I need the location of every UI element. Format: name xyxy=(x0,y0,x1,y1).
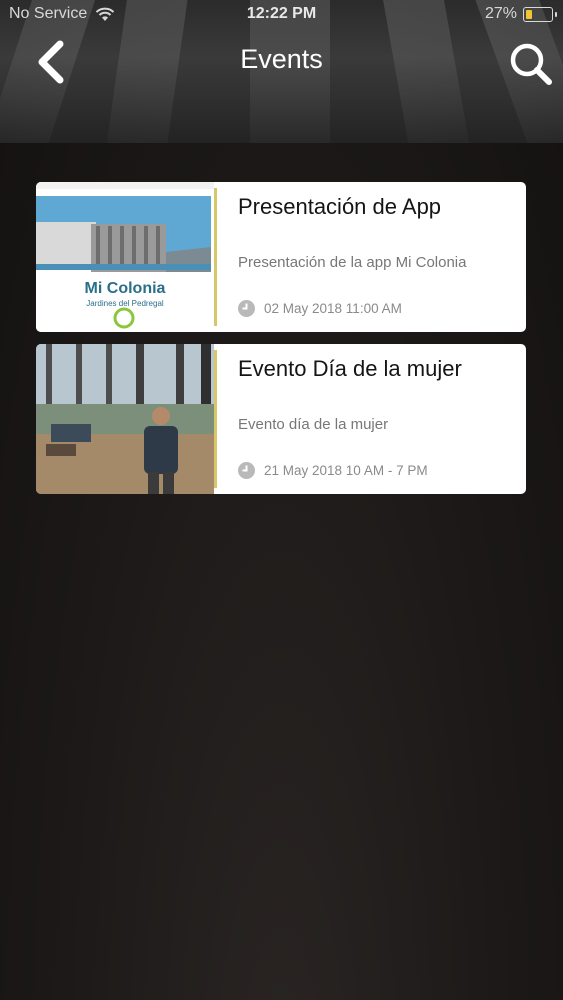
thumbnail-logo-subtext: Jardines del Pedregal xyxy=(86,299,164,308)
clock-time: 12:22 PM xyxy=(246,5,317,22)
event-description: Evento día de la mujer xyxy=(238,416,389,433)
event-card[interactable]: Mi Colonia Jardines del Pedregal Present… xyxy=(36,182,526,332)
search-icon xyxy=(510,43,552,85)
status-bar: No Service 12:22 PM 27% xyxy=(0,0,563,30)
accent-divider xyxy=(214,188,217,326)
clock-icon xyxy=(238,462,255,479)
header-bar: No Service 12:22 PM 27% Events xyxy=(0,0,563,143)
clock-icon xyxy=(238,300,255,317)
search-button[interactable] xyxy=(505,40,557,88)
event-description: Presentación de la app Mi Colonia xyxy=(238,254,467,271)
thumbnail-logo-text: Mi Colonia xyxy=(84,280,166,297)
event-thumbnail xyxy=(36,344,214,494)
event-title: Presentación de App xyxy=(238,194,442,219)
event-date: 21 May 2018 10 AM - 7 PM xyxy=(264,463,428,478)
battery-level-fill xyxy=(526,9,532,19)
battery-icon xyxy=(523,6,557,22)
battery-percent: 27% xyxy=(484,5,517,22)
event-date-row: 21 May 2018 10 AM - 7 PM xyxy=(238,462,428,479)
event-thumbnail: Mi Colonia Jardines del Pedregal xyxy=(36,182,214,332)
page-title: Events xyxy=(240,44,323,74)
event-card[interactable]: Evento Día de la mujer Evento día de la … xyxy=(36,344,526,494)
event-date: 02 May 2018 11:00 AM xyxy=(264,301,402,316)
event-title: Evento Día de la mujer xyxy=(238,356,462,381)
event-date-row: 02 May 2018 11:00 AM xyxy=(238,300,402,317)
accent-divider xyxy=(214,350,217,488)
